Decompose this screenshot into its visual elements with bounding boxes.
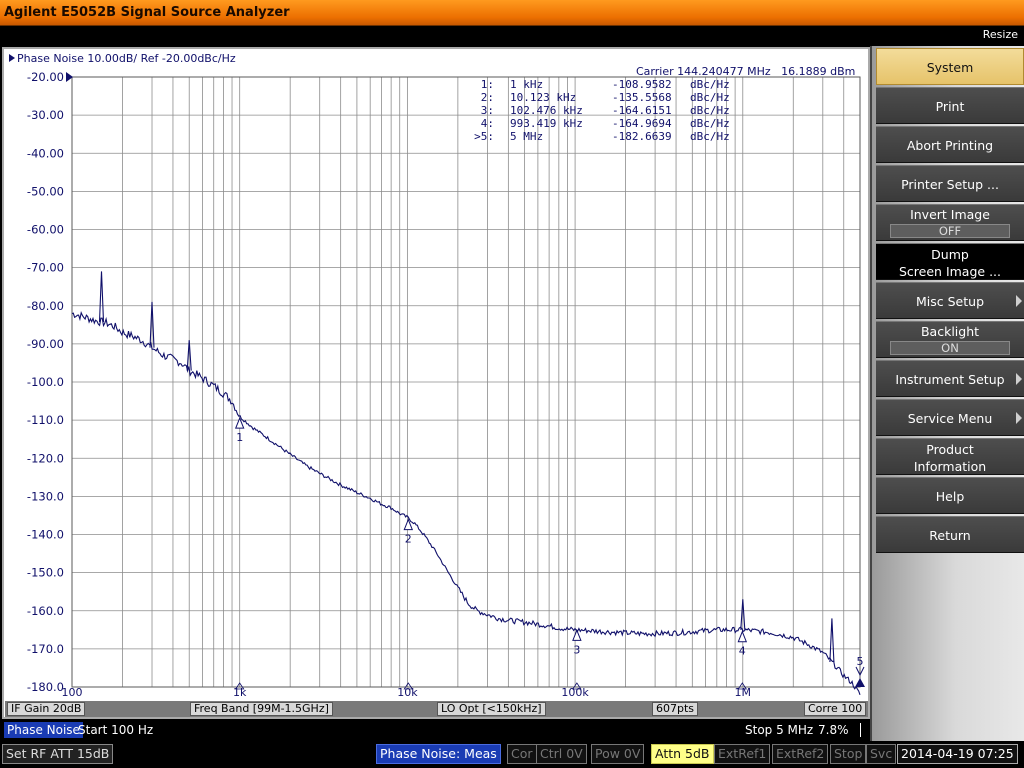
chart-scale-label: Phase Noise 10.00dB/ Ref -20.00dBc/Hz	[17, 52, 236, 65]
y-tick-label: -50.00	[27, 184, 64, 198]
extref2-indicator: ExtRef2	[772, 744, 829, 764]
phase-noise-meas-indicator: Phase Noise: Meas	[376, 744, 501, 764]
phase-noise-chart[interactable]: -20.00 -30.00 -40.00 -50.00 -60.00 -70.00 -80.…	[2, 47, 870, 719]
carrier-readout: Carrier 144.240477 MHz 16.1889 dBm	[636, 65, 855, 78]
softkey-help[interactable]: Help	[876, 477, 1024, 514]
marker-triangle-icon	[572, 629, 582, 641]
correlation-status[interactable]: Corre 100	[804, 702, 867, 716]
y-tick-label: -100.0	[27, 375, 64, 389]
y-tick-label: -170.0	[27, 642, 64, 656]
softkey-system[interactable]: System	[876, 48, 1024, 85]
stop-indicator: Stop	[830, 744, 867, 764]
y-tick-label: -120.0	[27, 451, 64, 465]
ctrl-indicator: Ctrl 0V	[536, 744, 587, 764]
marker-label: 2	[405, 533, 412, 546]
x-tick-label: 100	[62, 686, 83, 699]
softkey-abort-printing[interactable]: Abort Printing	[876, 126, 1024, 163]
softkey-product-information[interactable]: Product Information	[876, 438, 1024, 475]
resize-button[interactable]: Resize	[983, 28, 1018, 41]
marker-triangle-icon	[737, 630, 748, 643]
stop-frequency[interactable]: Stop 5 MHz	[745, 722, 813, 738]
submenu-arrow-icon	[1016, 373, 1022, 385]
y-tick-label: -110.0	[27, 413, 64, 427]
marker-5-icon	[855, 678, 865, 687]
x-tick-label: 1M	[735, 686, 752, 699]
invert-image-value: OFF	[890, 224, 1010, 238]
measurement-status-row: IF Gain 20dB Freq Band [99M-1.5GHz] LO O…	[5, 701, 868, 717]
submenu-arrow-icon	[1016, 412, 1022, 424]
measurement-mode-tab[interactable]: Phase Noise	[4, 722, 83, 738]
backlight-value: ON	[890, 341, 1010, 355]
softkey-menu: System Print Abort Printing Printer Setu…	[870, 46, 1024, 741]
y-tick-label: -80.00	[27, 299, 64, 313]
y-tick-label: -70.00	[27, 261, 64, 275]
set-rf-att-message: Set RF ATT 15dB	[2, 744, 114, 764]
pow-indicator: Pow 0V	[591, 744, 645, 764]
sweep-progress: 7.8%	[818, 723, 849, 737]
spur-spike	[829, 618, 835, 663]
freq-band-status[interactable]: Freq Band [99M-1.5GHz]	[190, 702, 333, 716]
active-trace-icon	[9, 54, 15, 62]
y-tick-label: -130.0	[27, 489, 64, 503]
attn-indicator: Attn 5dB	[651, 744, 714, 764]
softkey-instrument-setup[interactable]: Instrument Setup	[876, 360, 1024, 397]
softkey-service-menu[interactable]: Service Menu	[876, 399, 1024, 436]
y-tick-label: -150.0	[27, 566, 64, 580]
softkey-print[interactable]: Print	[876, 87, 1024, 124]
instrument-status-bar: Set RF ATT 15dB Phase Noise: Meas Cor Ct…	[0, 741, 1024, 768]
svc-indicator: Svc	[866, 744, 897, 764]
spur-spike	[98, 271, 105, 323]
y-tick-label: -60.00	[27, 223, 64, 237]
carrier-power: 16.1889 dBm	[781, 65, 856, 78]
marker-label: 4	[739, 645, 746, 658]
window-title: Agilent E5052B Signal Source Analyzer	[0, 0, 1024, 26]
x-tick-label: 100k	[561, 686, 589, 699]
marker-label: 5	[857, 655, 864, 668]
y-tick-label: -40.00	[27, 146, 64, 160]
marker-label: 3	[573, 643, 580, 656]
y-tick-label: -180.0	[27, 680, 64, 694]
y-tick-label: -160.0	[27, 604, 64, 618]
y-tick-label: -20.00	[27, 70, 64, 84]
softkey-backlight[interactable]: Backlight ON	[876, 321, 1024, 358]
y-tick-label: -90.00	[27, 337, 64, 351]
x-tick-label: 1k	[233, 686, 247, 699]
cor-indicator: Cor	[507, 744, 537, 764]
softkey-dump-screen-image[interactable]: Dump Screen Image ...	[876, 243, 1024, 280]
y-tick-label: -140.0	[27, 528, 64, 542]
x-tick-label: 10k	[397, 686, 418, 699]
datetime: 2014-04-19 07:25	[897, 744, 1018, 764]
lo-opt-status[interactable]: LO Opt [<150kHz]	[437, 702, 546, 716]
softkey-printer-setup[interactable]: Printer Setup ...	[876, 165, 1024, 202]
carrier-frequency: Carrier 144.240477 MHz	[636, 65, 771, 78]
if-gain-status[interactable]: IF Gain 20dB	[7, 702, 86, 716]
submenu-arrow-icon	[1016, 295, 1022, 307]
progress-divider	[860, 723, 861, 737]
softkey-return[interactable]: Return	[876, 516, 1024, 553]
start-frequency[interactable]: Start 100 Hz	[78, 722, 153, 738]
extref1-indicator: ExtRef1	[714, 744, 771, 764]
plot-area: -20.00 -30.00 -40.00 -50.00 -60.00 -70.00 -80.…	[27, 70, 865, 699]
softkey-misc-setup[interactable]: Misc Setup	[876, 282, 1024, 319]
chart-header: Phase Noise 10.00dB/ Ref -20.00dBc/Hz	[9, 52, 236, 65]
y-tick-label: -30.00	[27, 108, 64, 122]
softkey-invert-image[interactable]: Invert Image OFF	[876, 204, 1024, 241]
points-status[interactable]: 607pts	[652, 702, 699, 716]
menu-bar: Resize	[0, 26, 1024, 46]
marker-label: 1	[236, 431, 243, 444]
sweep-info-row: Phase Noise Start 100 Hz Stop 5 MHz 7.8%	[0, 720, 870, 740]
